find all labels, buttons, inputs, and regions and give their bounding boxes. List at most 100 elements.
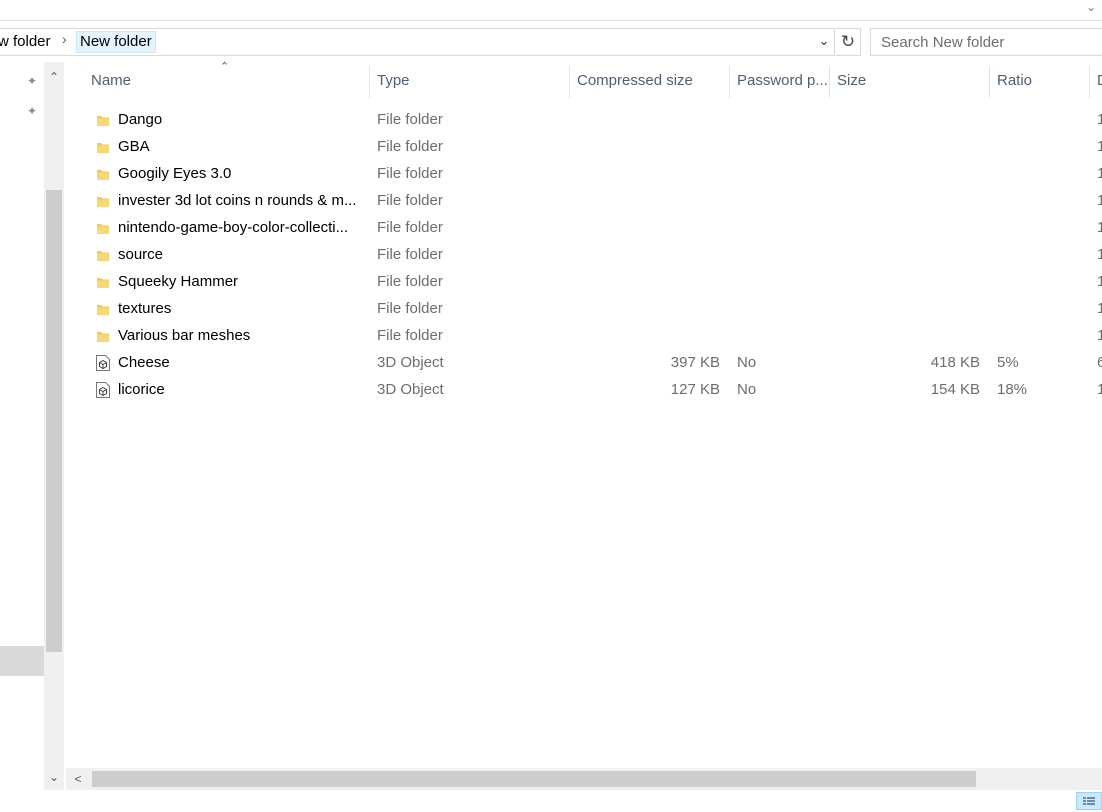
file-compressed-size [570, 187, 720, 214]
file-compressed-size [570, 133, 720, 160]
file-type: File folder [377, 138, 443, 155]
scrollbar-thumb[interactable] [92, 771, 976, 787]
file-row[interactable]: textures File folder 1 [90, 295, 1102, 322]
search-box[interactable]: Search New folder [870, 28, 1102, 56]
scroll-up-icon[interactable]: ⌃ [44, 64, 64, 90]
expand-ribbon-chevron-icon[interactable]: ⌄ [1084, 0, 1098, 14]
folder-icon [97, 197, 109, 207]
file-date: 1 [1097, 165, 1102, 182]
file-size [830, 160, 980, 187]
file-type: File folder [377, 111, 443, 128]
file-type: File folder [377, 246, 443, 263]
file-name: Dango [118, 111, 163, 128]
file-size [830, 187, 980, 214]
file-type: 3D Object [377, 354, 444, 371]
column-header-row: ⌃ Name Type Compressed size Password p..… [66, 61, 1102, 100]
file-date: 1 [1097, 138, 1102, 155]
file-name: nintendo-game-boy-color-collecti... [118, 219, 349, 236]
file-date: 1 [1097, 300, 1102, 317]
file-list: ⌃ Name Type Compressed size Password p..… [66, 61, 1102, 768]
horizontal-scrollbar[interactable]: < [66, 768, 1102, 790]
file-row[interactable]: GBA File folder 1 [90, 133, 1102, 160]
details-view-icon [1083, 797, 1095, 805]
folder-icon [97, 332, 109, 342]
file-size [830, 214, 980, 241]
column-header-type[interactable]: Type [370, 62, 570, 98]
column-header-password[interactable]: Password p... [730, 62, 830, 98]
3d-object-file-icon [96, 355, 110, 371]
scrollbar-thumb[interactable] [46, 190, 62, 652]
file-type: File folder [377, 273, 443, 290]
status-bar [0, 790, 1102, 810]
pin-icon[interactable]: ✦ [25, 74, 39, 88]
address-bar[interactable]: w folder › New folder ⌄ [0, 28, 835, 56]
file-row[interactable]: Squeeky Hammer File folder 1 [90, 268, 1102, 295]
file-row[interactable]: Various bar meshes File folder 1 [90, 322, 1102, 349]
file-date: 1 [1097, 327, 1102, 344]
scroll-down-icon[interactable]: ⌄ [44, 764, 64, 790]
file-name: source [118, 246, 164, 263]
refresh-button[interactable]: ↻ [836, 28, 861, 56]
file-size [830, 322, 980, 349]
column-header-ratio[interactable]: Ratio [990, 62, 1090, 98]
file-password: No [737, 381, 757, 398]
3d-object-file-icon [96, 382, 110, 398]
file-type: File folder [377, 165, 443, 182]
file-row[interactable]: Dango File folder 1 [90, 106, 1102, 133]
file-ratio: 18% [997, 381, 1028, 398]
search-input[interactable]: Search New folder [881, 34, 1004, 51]
nav-vertical-scrollbar[interactable]: ⌃ ⌄ [44, 62, 64, 790]
column-header-compressed-size[interactable]: Compressed size [570, 62, 730, 98]
file-row[interactable]: invester 3d lot coins n rounds & m... Fil… [90, 187, 1102, 214]
file-size [830, 268, 980, 295]
file-name: Squeeky Hammer [118, 273, 239, 290]
folder-icon [97, 170, 109, 180]
file-size [830, 295, 980, 322]
file-compressed-size: 397 KB [670, 354, 720, 371]
file-name: textures [118, 300, 172, 317]
column-header-date[interactable]: D [1090, 62, 1102, 98]
file-type: File folder [377, 300, 443, 317]
ribbon-strip: ⌄ [0, 0, 1102, 21]
chevron-down-icon[interactable]: ⌄ [816, 32, 832, 50]
file-date: 6 [1097, 354, 1102, 371]
breadcrumb-current[interactable]: New folder [76, 31, 156, 53]
refresh-icon: ↻ [840, 32, 856, 51]
column-header-name[interactable]: Name [84, 62, 369, 98]
file-row[interactable]: Cheese 3D Object 397 KB No 418 KB 5% 6 [90, 349, 1102, 376]
nav-selected-item[interactable] [0, 646, 44, 676]
pin-icon[interactable]: ✦ [25, 104, 39, 118]
file-row[interactable]: source File folder 1 [90, 241, 1102, 268]
file-name: licorice [118, 381, 165, 398]
file-row[interactable]: Googily Eyes 3.0 File folder 1 [90, 160, 1102, 187]
file-type: File folder [377, 327, 443, 344]
file-compressed-size [570, 268, 720, 295]
file-date: 1 [1097, 246, 1102, 263]
file-ratio: 5% [997, 354, 1019, 371]
file-compressed-size [570, 214, 720, 241]
file-compressed-size [570, 106, 720, 133]
breadcrumb-separator-icon[interactable]: › [62, 31, 67, 47]
folder-icon [97, 143, 109, 153]
file-compressed-size [570, 295, 720, 322]
file-row[interactable]: licorice 3D Object 127 KB No 154 KB 18% 1 [90, 376, 1102, 403]
scroll-left-icon[interactable]: < [66, 768, 90, 790]
file-row[interactable]: nintendo-game-boy-color-collecti... File … [90, 214, 1102, 241]
file-size: 418 KB [930, 354, 980, 371]
file-size [830, 106, 980, 133]
folder-icon [97, 116, 109, 126]
file-date: 1 [1097, 219, 1102, 236]
column-header-size[interactable]: Size [830, 62, 990, 98]
file-compressed-size [570, 241, 720, 268]
file-type: 3D Object [377, 381, 444, 398]
folder-icon [97, 278, 109, 288]
file-size [830, 133, 980, 160]
file-password: No [737, 354, 757, 371]
file-name: invester 3d lot coins n rounds & m... [118, 192, 357, 209]
breadcrumb-parent[interactable]: w folder [0, 33, 51, 51]
file-compressed-size [570, 322, 720, 349]
file-name: Cheese [118, 354, 170, 371]
file-type: File folder [377, 219, 443, 236]
details-view-button[interactable] [1076, 792, 1102, 810]
file-name: Various bar meshes [118, 327, 251, 344]
